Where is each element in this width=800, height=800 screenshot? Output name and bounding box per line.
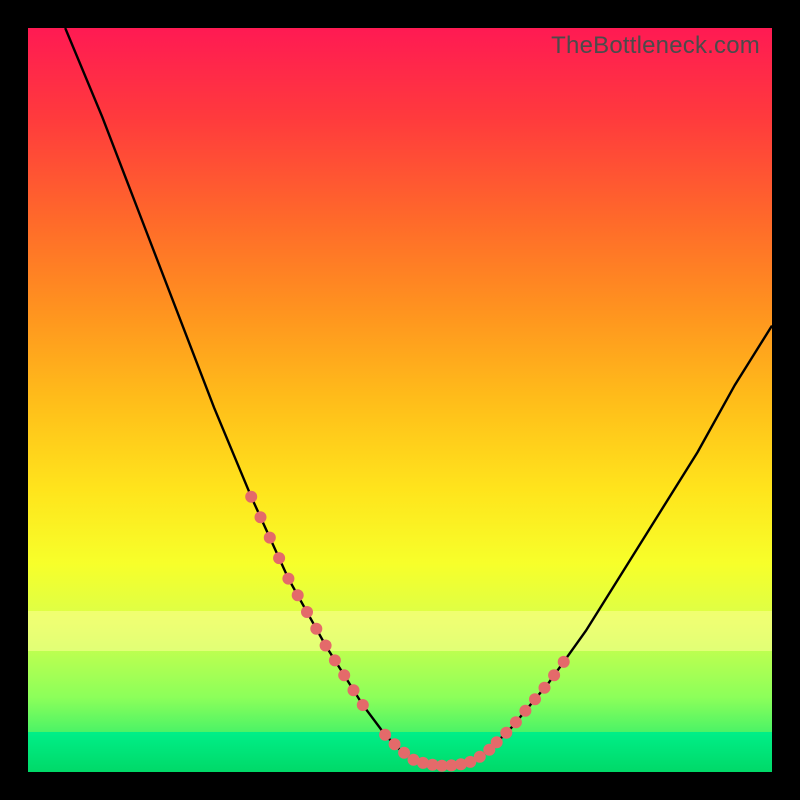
highlight-dot: [529, 693, 541, 705]
highlight-dot: [500, 727, 512, 739]
highlight-dot: [255, 511, 267, 523]
highlight-dot: [558, 656, 570, 668]
highlight-dot: [329, 654, 341, 666]
highlight-dot: [348, 684, 360, 696]
highlight-dot: [292, 589, 304, 601]
highlight-dot: [273, 552, 285, 564]
highlight-dot: [491, 736, 503, 748]
curve-svg: [28, 28, 772, 772]
highlight-dot: [310, 623, 322, 635]
bottleneck-curve-path: [65, 28, 772, 766]
highlight-dot: [245, 491, 257, 503]
chart-frame: TheBottleneck.com: [0, 0, 800, 800]
highlight-dot: [357, 699, 369, 711]
highlight-dot: [519, 705, 531, 717]
watermark-text: TheBottleneck.com: [551, 32, 760, 60]
highlight-dot: [379, 729, 391, 741]
highlight-dot: [282, 573, 294, 585]
highlight-dot: [548, 669, 560, 681]
highlight-dot: [338, 669, 350, 681]
highlight-dot: [320, 640, 332, 652]
highlight-dots: [245, 491, 570, 772]
highlight-dot: [474, 751, 486, 763]
highlight-dot: [539, 682, 551, 694]
highlight-dot: [389, 738, 401, 750]
highlight-dot: [510, 716, 522, 728]
plot-area: TheBottleneck.com: [28, 28, 772, 772]
highlight-dot: [264, 532, 276, 544]
highlight-dot: [301, 606, 313, 618]
